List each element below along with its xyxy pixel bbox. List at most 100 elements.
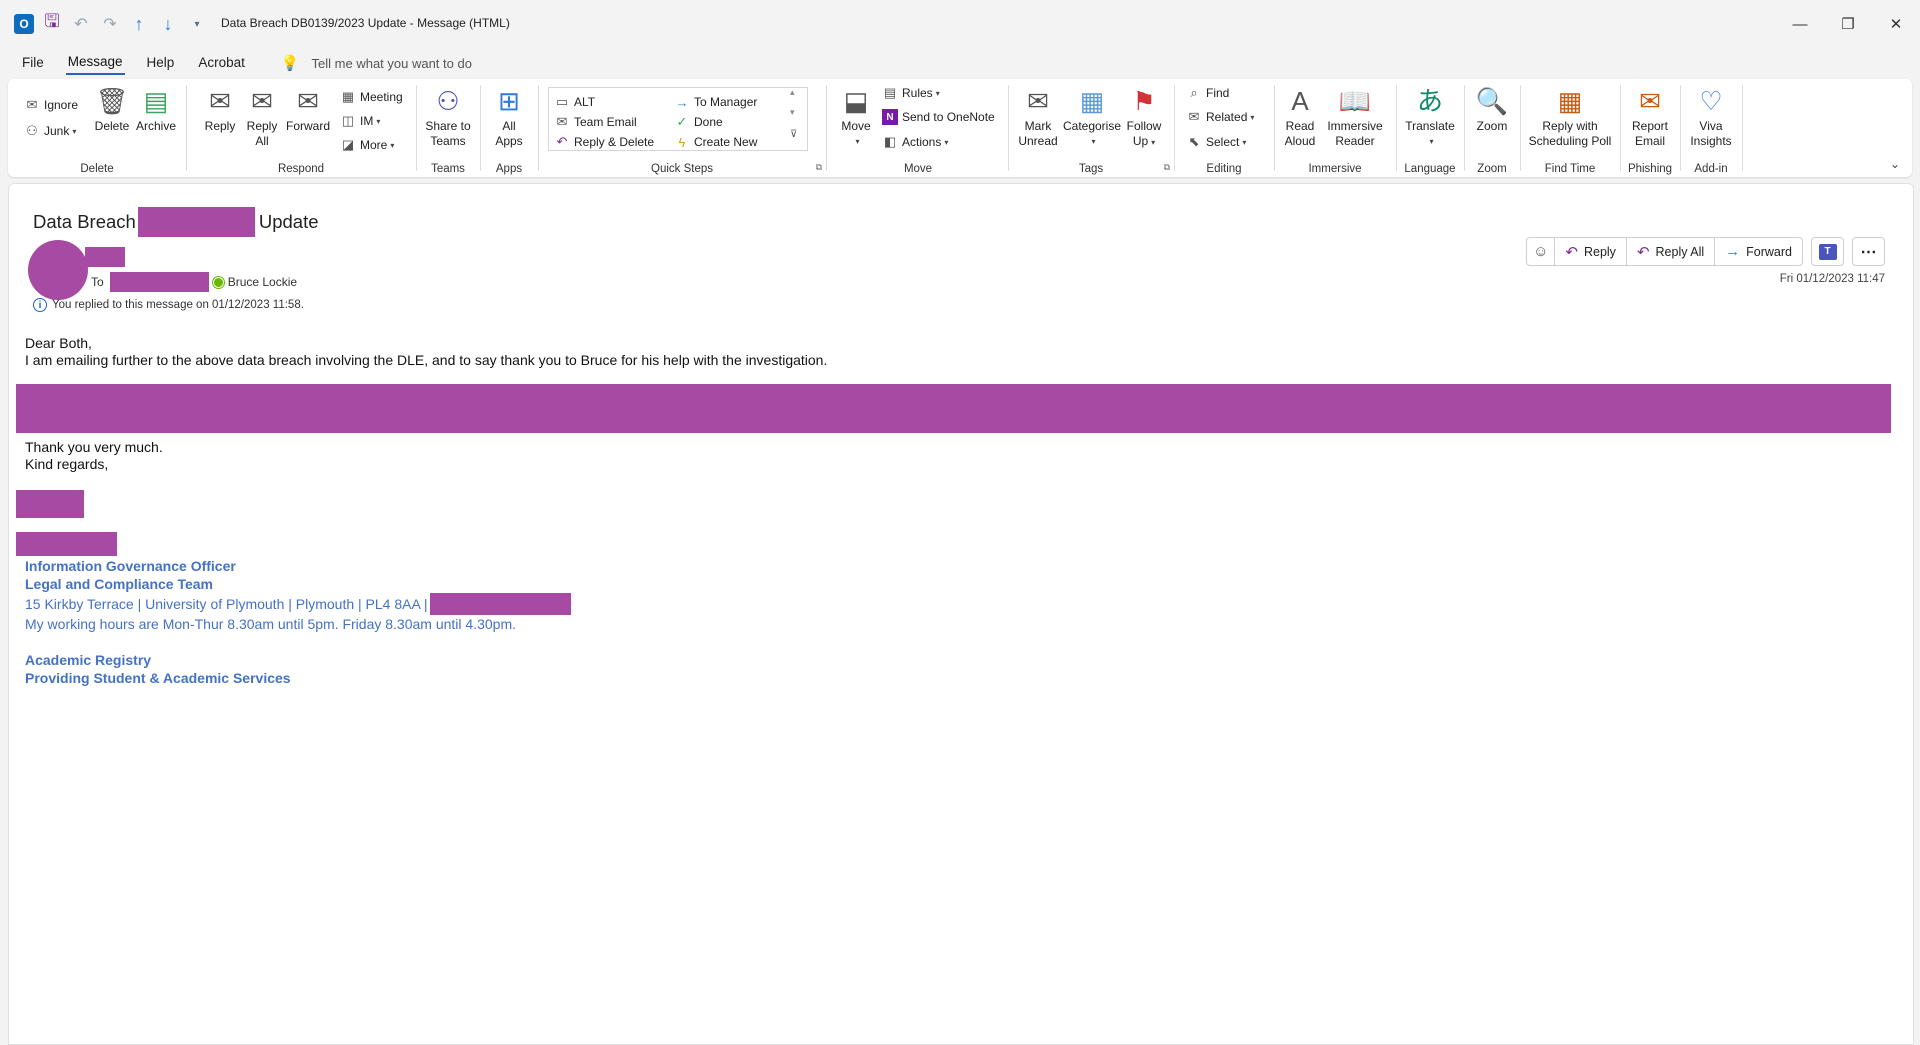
- ribbon: ✉ Ignore ⚇ Junk ▾ 🗑 Delete ▤ Archive Delete…: [8, 79, 1912, 177]
- divider: [538, 85, 539, 171]
- im-button[interactable]: ◫ IM ▾: [340, 113, 381, 129]
- group-label: Apps: [495, 163, 523, 175]
- tell-me-placeholder: Tell me what you want to do: [311, 55, 472, 71]
- quick-access-toolbar: O 🖫 ↶ ↷ ↑ ↓ ▾: [0, 0, 215, 48]
- quick-step-done[interactable]: ✓ Done: [674, 114, 723, 130]
- reply-with-scheduling-poll-button[interactable]: ▦ Reply with Scheduling Poll: [1524, 83, 1616, 149]
- regards-line: Kind regards,: [25, 456, 109, 472]
- more-respond-button[interactable]: ◪ More ▾: [340, 137, 395, 153]
- tab-help[interactable]: Help: [145, 53, 177, 74]
- group-label: Teams: [431, 163, 465, 175]
- arrow-right-icon: →: [675, 94, 689, 110]
- group-label: Quick Steps: [651, 163, 713, 175]
- translate-button[interactable]: あ Translate ▾: [1400, 83, 1460, 149]
- gallery-scroll-up-icon[interactable]: ▴: [790, 87, 795, 98]
- close-button[interactable]: ✕: [1872, 0, 1920, 48]
- undo-icon[interactable]: ↶: [70, 13, 92, 35]
- ignore-button[interactable]: ✉ Ignore: [24, 97, 78, 113]
- redacted-block: [16, 532, 117, 556]
- search-icon: ⌕: [1190, 85, 1198, 100]
- tab-acrobat[interactable]: Acrobat: [196, 53, 247, 74]
- flag-icon: ⚑: [1132, 85, 1156, 116]
- zoom-button[interactable]: 🔍 Zoom: [1470, 83, 1514, 134]
- junk-icon: ⚇: [26, 123, 38, 138]
- mark-unread-button[interactable]: ✉ Mark Unread: [1016, 83, 1060, 149]
- redo-icon[interactable]: ↷: [99, 13, 121, 35]
- forward-action-button[interactable]: → Forward: [1714, 237, 1803, 266]
- teams-chat-button[interactable]: T: [1811, 237, 1844, 266]
- group-label: Immersive: [1308, 163, 1362, 175]
- reading-pane: Data Breach Update To Bruce Lockie i You…: [8, 183, 1914, 1045]
- send-to-onenote-button[interactable]: N Send to OneNote: [882, 109, 995, 125]
- follow-up-button[interactable]: ⚑ Follow Up ▾: [1124, 83, 1164, 150]
- minimize-button[interactable]: —: [1776, 0, 1824, 48]
- ribbon-collapse-icon[interactable]: ⌄: [1890, 157, 1900, 171]
- categorise-icon: ▦: [1079, 85, 1105, 116]
- emoji-reaction-button[interactable]: ☺: [1526, 237, 1556, 266]
- window-title: Data Breach DB0139/2023 Update - Message…: [221, 16, 510, 30]
- reply-all-button[interactable]: ✉ Reply All: [244, 83, 280, 149]
- teams-icon: ⚇: [436, 85, 460, 116]
- reply-action-button[interactable]: ↶ Reply: [1554, 237, 1627, 266]
- divider: [416, 85, 417, 171]
- all-apps-button[interactable]: ⊞ All Apps: [486, 83, 532, 149]
- more-respond-icon: ◪: [341, 137, 355, 152]
- group-label: Delete: [80, 163, 114, 175]
- group-delete: ✉ Ignore ⚇ Junk ▾ 🗑 Delete ▤ Archive Delete: [8, 83, 186, 176]
- customize-toolbar-icon[interactable]: ▾: [186, 13, 208, 35]
- find-button[interactable]: ⌕ Find: [1186, 85, 1229, 101]
- reply-button[interactable]: ✉ Reply: [200, 83, 240, 134]
- delete-button[interactable]: 🗑 Delete: [92, 83, 132, 134]
- related-button[interactable]: ✉ Related ▾: [1186, 109, 1255, 125]
- group-find-time: ▦ Reply with Scheduling Poll Find Time: [1522, 83, 1618, 176]
- group-tags: ✉ Mark Unread ▦ Categorise ▾ ⚑ Follow Up…: [1010, 83, 1172, 176]
- redacted-block: [109, 272, 209, 292]
- tell-me-search[interactable]: 💡 Tell me what you want to do: [281, 54, 472, 72]
- quick-step-create-new[interactable]: ϟ Create New: [674, 134, 758, 150]
- quick-step-team-email[interactable]: ✉ Team Email: [554, 114, 637, 130]
- group-add-in: ♡ Viva Insights Add-in: [1682, 83, 1740, 176]
- restore-button[interactable]: ❐: [1824, 0, 1872, 48]
- quick-step-to-manager[interactable]: → To Manager: [674, 94, 758, 110]
- info-icon: i: [33, 298, 47, 312]
- meeting-button[interactable]: ▦ Meeting: [340, 89, 403, 105]
- forward-button[interactable]: ✉ Forward: [284, 83, 332, 134]
- categorise-button[interactable]: ▦ Categorise ▾: [1062, 83, 1122, 149]
- redacted-block: [137, 207, 255, 237]
- onenote-icon: N: [882, 109, 898, 125]
- tab-message[interactable]: Message: [65, 52, 125, 75]
- redacted-block: [16, 490, 84, 518]
- tab-file[interactable]: File: [20, 53, 46, 74]
- presence-available-icon: [212, 276, 224, 288]
- immersive-reader-button[interactable]: 📖 Immersive Reader: [1324, 83, 1386, 149]
- archive-icon: ▤: [143, 85, 169, 116]
- report-email-button[interactable]: ✉ Report Email: [1626, 83, 1674, 149]
- actions-button[interactable]: ◧ Actions ▾: [882, 134, 949, 150]
- recipient-name[interactable]: Bruce Lockie: [228, 275, 297, 289]
- quick-step-reply-delete[interactable]: ↶ Reply & Delete: [554, 134, 655, 150]
- rules-button[interactable]: ▤ Rules ▾: [882, 85, 940, 101]
- group-label: Find Time: [1544, 163, 1596, 175]
- redacted-block: [16, 384, 1891, 433]
- gallery-scroll-down-icon[interactable]: ▾: [790, 107, 795, 118]
- reply-all-icon: ↶: [1636, 243, 1650, 261]
- save-icon[interactable]: 🖫: [41, 11, 63, 35]
- reply-all-action-button[interactable]: ↶ Reply All: [1625, 237, 1716, 266]
- more-actions-button[interactable]: ⋯: [1852, 237, 1885, 266]
- greeting: Dear Both,: [25, 335, 92, 351]
- gallery-expand-icon[interactable]: ⊽: [790, 129, 797, 140]
- group-label: Respond: [277, 163, 325, 175]
- viva-insights-button[interactable]: ♡ Viva Insights: [1686, 83, 1736, 149]
- read-aloud-button[interactable]: A Read Aloud: [1280, 83, 1320, 149]
- archive-button[interactable]: ▤ Archive: [134, 83, 178, 134]
- share-to-teams-button[interactable]: ⚇ Share to Teams: [420, 83, 476, 149]
- quick-step-alt[interactable]: ▭ ALT: [554, 94, 595, 110]
- select-button[interactable]: ⬉ Select ▾: [1186, 134, 1247, 150]
- title-bar: O 🖫 ↶ ↷ ↑ ↓ ▾ Data Breach DB0139/2023 Up…: [0, 0, 1920, 48]
- move-button[interactable]: ⬓ Move ▾: [836, 83, 876, 149]
- reply-icon: ✉: [209, 85, 231, 116]
- previous-item-icon[interactable]: ↑: [128, 13, 150, 35]
- junk-button[interactable]: ⚇ Junk ▾: [24, 123, 76, 139]
- avatar[interactable]: [28, 240, 88, 300]
- next-item-icon[interactable]: ↓: [157, 13, 179, 35]
